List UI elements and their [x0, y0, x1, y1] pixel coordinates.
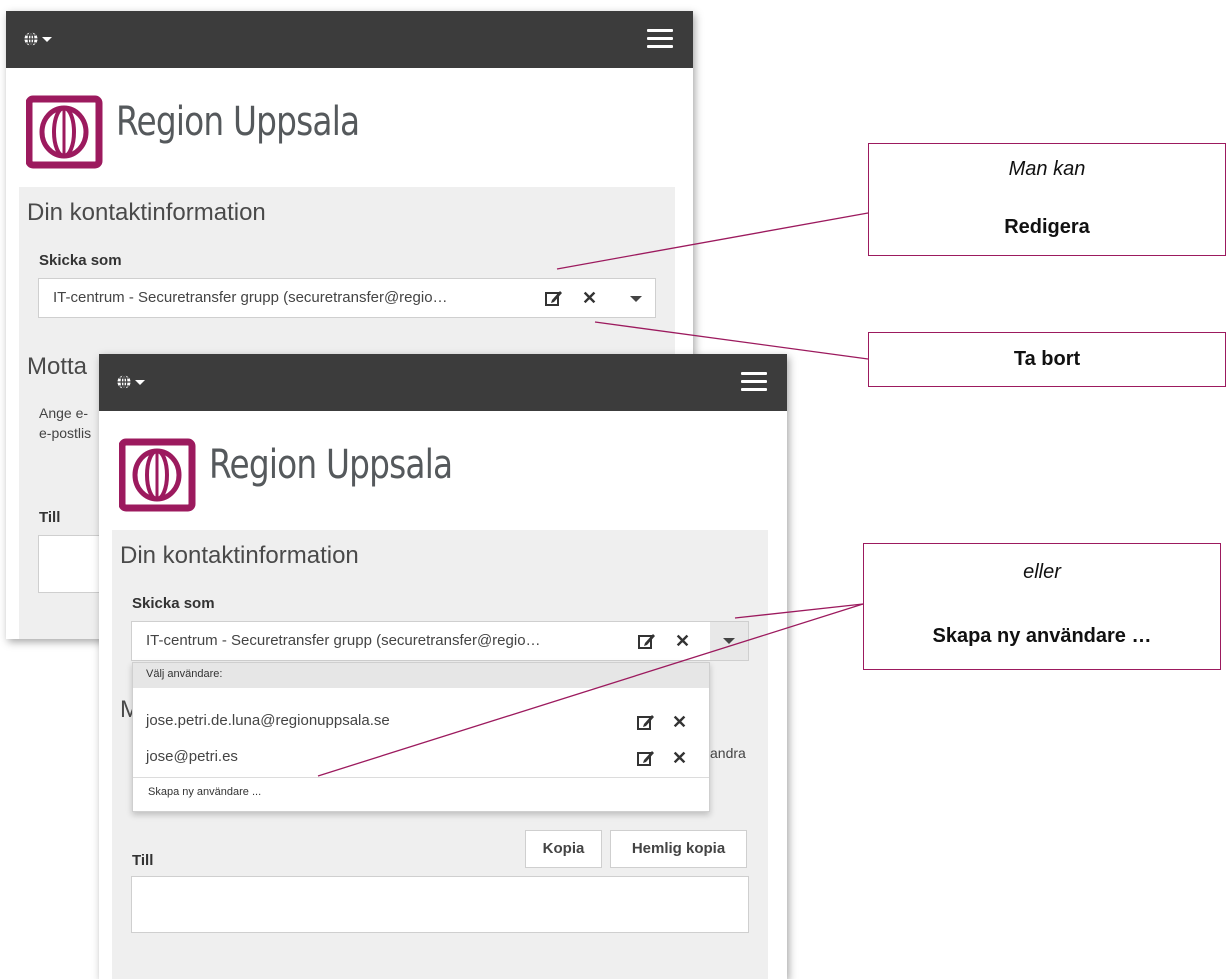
send-as-value: IT-centrum - Securetransfer grupp (secur… [146, 632, 541, 649]
logo: Region Uppsala [26, 93, 386, 171]
send-as-select[interactable]: IT-centrum - Securetransfer grupp (secur… [131, 621, 749, 661]
menu-icon[interactable] [741, 372, 767, 392]
edit-icon[interactable] [636, 748, 656, 768]
front-app-window: Region Uppsala Din kontaktinformation Sk… [99, 354, 787, 979]
to-label: Till [132, 852, 154, 869]
to-input[interactable] [131, 876, 749, 933]
callout-create: eller Skapa ny användare … [863, 543, 1221, 670]
close-icon[interactable]: ✕ [582, 288, 602, 308]
brand-name: Region Uppsala [116, 99, 360, 145]
section-title: Din kontaktinformation [120, 542, 359, 569]
bcc-button[interactable]: Hemlig kopia [610, 830, 747, 868]
edit-icon[interactable] [544, 288, 564, 308]
user-dropdown-menu: Välj användare: jose.petri.de.luna@regio… [132, 662, 710, 812]
callout-edit-bold: Redigera [1004, 216, 1090, 238]
create-new-user-item[interactable]: Skapa ny användare ... [133, 777, 709, 806]
copy-button[interactable]: Kopia [525, 830, 602, 868]
callout-delete-bold: Ta bort [1013, 348, 1081, 370]
region-uppsala-logo-icon [119, 438, 196, 512]
callout-create-bold: Skapa ny användare … [932, 625, 1152, 647]
dropdown-item-label: jose.petri.de.luna@regionuppsala.se [146, 712, 390, 729]
callout-edit: Man kan Redigera [868, 143, 1226, 256]
section-title: Din kontaktinformation [27, 199, 266, 226]
send-as-select[interactable]: IT-centrum - Securetransfer grupp (secur… [38, 278, 656, 318]
globe-icon[interactable] [116, 372, 156, 392]
create-new-user-label: Skapa ny användare ... [148, 786, 262, 798]
close-icon[interactable]: ✕ [672, 712, 692, 732]
brand-name: Region Uppsala [209, 442, 453, 488]
dropdown-item-label: jose@petri.es [146, 748, 238, 765]
send-as-label: Skicka som [132, 595, 215, 612]
callout-delete: Ta bort [868, 332, 1226, 387]
recipients-help-line1: Ange e- [39, 405, 89, 421]
top-navbar [6, 11, 693, 68]
dropdown-item[interactable]: jose.petri.de.luna@regionuppsala.se ✕ [133, 703, 709, 739]
callout-create-italic: eller [1023, 561, 1061, 583]
recipients-help-end: andra [710, 745, 746, 761]
to-label: Till [39, 509, 61, 526]
top-navbar [99, 354, 787, 411]
callout-edit-italic: Man kan [1008, 158, 1086, 180]
close-icon[interactable]: ✕ [675, 631, 695, 651]
dropdown-header-label: Välj användare: [146, 668, 223, 680]
edit-icon[interactable] [637, 631, 657, 651]
recipients-help-line2: e-postlis [39, 425, 92, 441]
globe-icon[interactable] [23, 29, 63, 49]
dropdown-header: Välj användare: [133, 663, 709, 688]
dropdown-item[interactable]: jose@petri.es ✕ [133, 739, 709, 775]
recipients-title: Motta [27, 353, 88, 380]
menu-icon[interactable] [647, 29, 673, 49]
region-uppsala-logo-icon [26, 95, 103, 169]
caret-down-icon[interactable] [630, 296, 642, 302]
send-as-value: IT-centrum - Securetransfer grupp (secur… [53, 289, 448, 306]
logo: Region Uppsala [119, 436, 479, 514]
caret-down-icon [723, 638, 735, 644]
close-icon[interactable]: ✕ [672, 748, 692, 768]
dropdown-toggle[interactable] [710, 622, 748, 660]
send-as-label: Skicka som [39, 252, 122, 269]
edit-icon[interactable] [636, 712, 656, 732]
